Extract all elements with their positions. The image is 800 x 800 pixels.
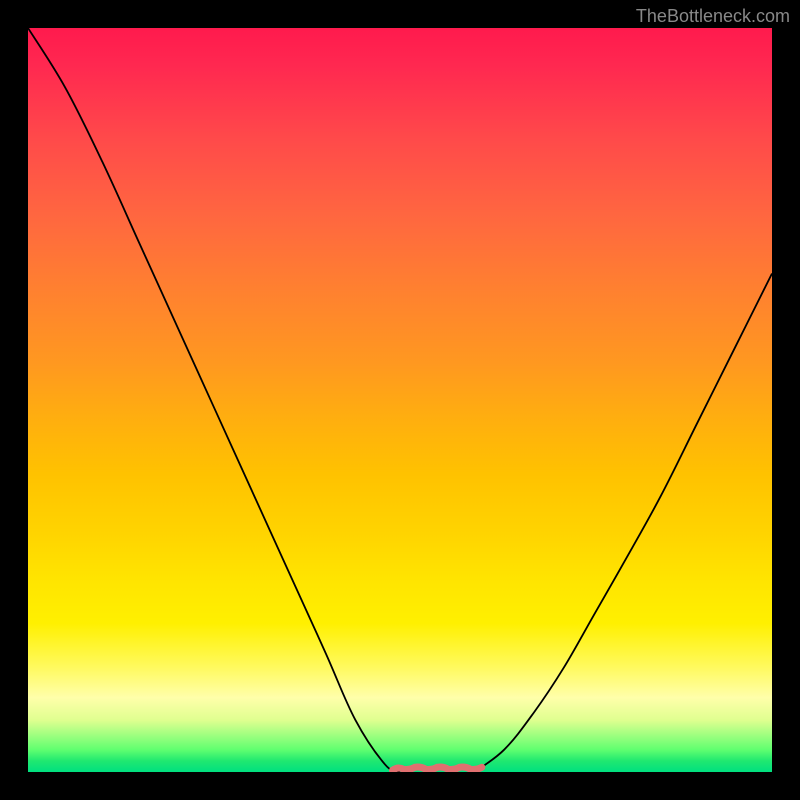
valley-floor-marker [393,767,482,770]
watermark-text: TheBottleneck.com [636,6,790,27]
curve-left-descent [28,28,400,772]
chart-plot-area [28,28,772,772]
curve-right-ascent [474,274,772,772]
chart-curves-svg [28,28,772,772]
